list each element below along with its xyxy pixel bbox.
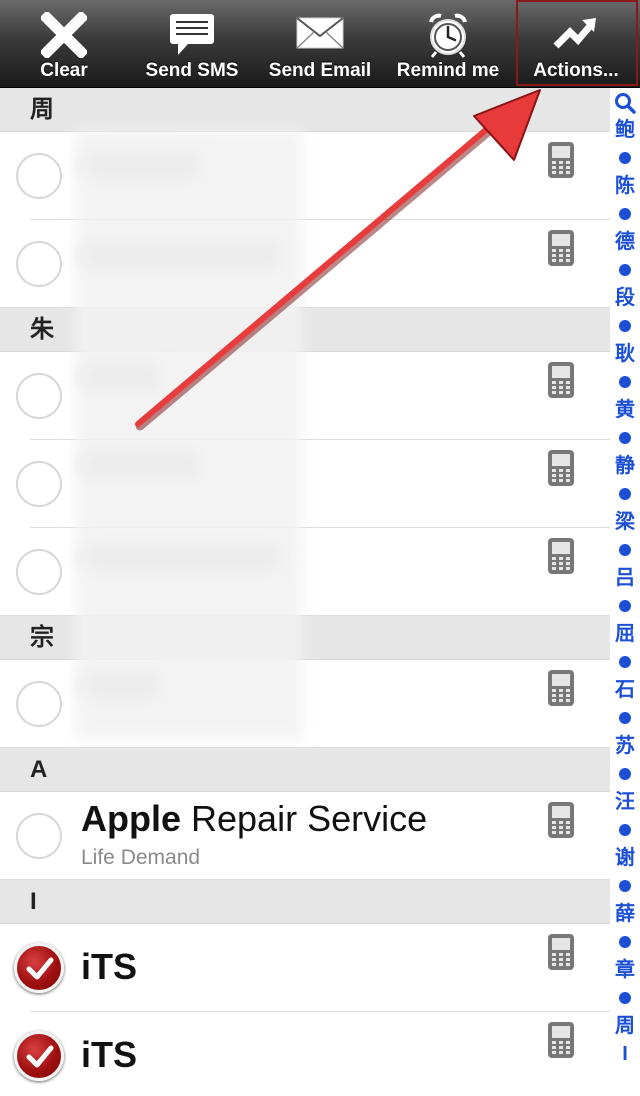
trend-arrow-icon — [553, 18, 596, 49]
actions-button[interactable]: Actions... — [512, 0, 640, 88]
index-letter[interactable]: 苏 — [615, 732, 635, 760]
index-dot[interactable] — [619, 936, 631, 948]
section-header: I — [0, 880, 610, 924]
index-dot[interactable] — [619, 880, 631, 892]
close-icon — [41, 12, 87, 58]
send-email-label: Send Email — [268, 60, 372, 81]
index-dot[interactable] — [619, 600, 631, 612]
index-dot[interactable] — [619, 432, 631, 444]
index-dot[interactable] — [619, 992, 631, 1004]
index-letter[interactable]: 耿 — [615, 340, 635, 368]
mobile-phone-icon — [548, 802, 574, 838]
index-letter[interactable]: 梁 — [615, 508, 635, 536]
index-dot[interactable] — [619, 768, 631, 780]
index-letter[interactable]: 汪 — [615, 788, 635, 816]
index-dot[interactable] — [619, 488, 631, 500]
contact-name: iTS — [81, 946, 137, 988]
select-circle[interactable] — [16, 373, 62, 419]
mobile-phone-icon — [548, 1022, 574, 1058]
index-letter[interactable]: 章 — [615, 956, 635, 984]
mobile-phone-icon — [548, 538, 574, 574]
contact-company: Life Demand — [81, 846, 201, 869]
remind-me-button[interactable]: Remind me — [384, 0, 512, 88]
index-dot[interactable] — [619, 712, 631, 724]
index-letter[interactable]: 薛 — [615, 900, 635, 928]
toolbar: Clear Send SMS Send Email Remind me Acti… — [0, 0, 640, 88]
selected-checkmark[interactable] — [14, 943, 64, 993]
mobile-phone-icon — [548, 670, 574, 706]
index-dot[interactable] — [619, 824, 631, 836]
mobile-phone-icon — [548, 142, 574, 178]
list-item[interactable]: Apple Repair Service Life Demand — [0, 792, 610, 880]
select-circle[interactable] — [16, 153, 62, 199]
selected-checkmark[interactable] — [14, 1031, 64, 1081]
index-letter[interactable]: 石 — [615, 676, 635, 704]
select-circle[interactable] — [16, 549, 62, 595]
mobile-phone-icon — [548, 230, 574, 266]
index-letter[interactable]: 静 — [615, 452, 635, 480]
clear-button[interactable]: Clear — [0, 0, 128, 88]
mobile-phone-icon — [548, 934, 574, 970]
index-letter[interactable]: I — [622, 1040, 628, 1068]
mobile-phone-icon — [548, 362, 574, 398]
checkmark-icon — [26, 957, 54, 980]
index-dot[interactable] — [619, 544, 631, 556]
search-icon[interactable] — [614, 92, 636, 114]
section-index[interactable]: 鲍 陈 德 段 耿 黄 静 梁 吕 屈 石 苏 汪 谢 薛 章 周 I — [610, 88, 640, 1096]
contact-name-rest: Repair Service — [181, 798, 428, 839]
index-dot[interactable] — [619, 264, 631, 276]
alarm-clock-icon — [429, 13, 467, 58]
index-letter[interactable]: 德 — [615, 228, 635, 256]
envelope-icon — [296, 17, 344, 49]
remind-me-label: Remind me — [396, 60, 500, 81]
section-header: A — [0, 748, 610, 792]
send-sms-button[interactable]: Send SMS — [128, 0, 256, 88]
clear-label: Clear — [40, 60, 88, 81]
contact-name-bold: Apple — [81, 798, 182, 839]
index-dot[interactable] — [619, 208, 631, 220]
index-dot[interactable] — [619, 152, 631, 164]
index-dot[interactable] — [619, 320, 631, 332]
section-header: 周 — [0, 88, 610, 132]
list-item[interactable]: iTS — [0, 1012, 610, 1096]
index-letter[interactable]: 陈 — [615, 172, 635, 200]
contact-name: Apple Repair Service — [81, 798, 427, 840]
list-item[interactable]: iTS — [0, 924, 610, 1012]
index-letter[interactable]: 谢 — [615, 844, 635, 872]
index-letter[interactable]: 周 — [615, 1012, 635, 1040]
sms-bubble-icon — [170, 14, 214, 55]
checkmark-icon — [26, 1045, 54, 1068]
send-sms-label: Send SMS — [145, 60, 239, 81]
index-letter[interactable]: 鲍 — [615, 116, 635, 144]
index-letter[interactable]: 黄 — [615, 396, 635, 424]
mobile-phone-icon — [548, 450, 574, 486]
privacy-blur-overlay — [75, 130, 303, 740]
select-circle[interactable] — [16, 461, 62, 507]
select-circle[interactable] — [16, 681, 62, 727]
contact-name-bold: iTS — [81, 946, 138, 987]
index-dot[interactable] — [619, 656, 631, 668]
send-email-button[interactable]: Send Email — [256, 0, 384, 88]
index-letter[interactable]: 屈 — [615, 620, 635, 648]
index-letter[interactable]: 段 — [615, 284, 635, 312]
select-circle[interactable] — [16, 241, 62, 287]
index-dot[interactable] — [619, 376, 631, 388]
contact-name: iTS — [81, 1034, 137, 1076]
index-letter[interactable]: 吕 — [615, 564, 635, 592]
select-circle[interactable] — [16, 813, 62, 859]
contact-name-bold: iTS — [81, 1034, 138, 1075]
